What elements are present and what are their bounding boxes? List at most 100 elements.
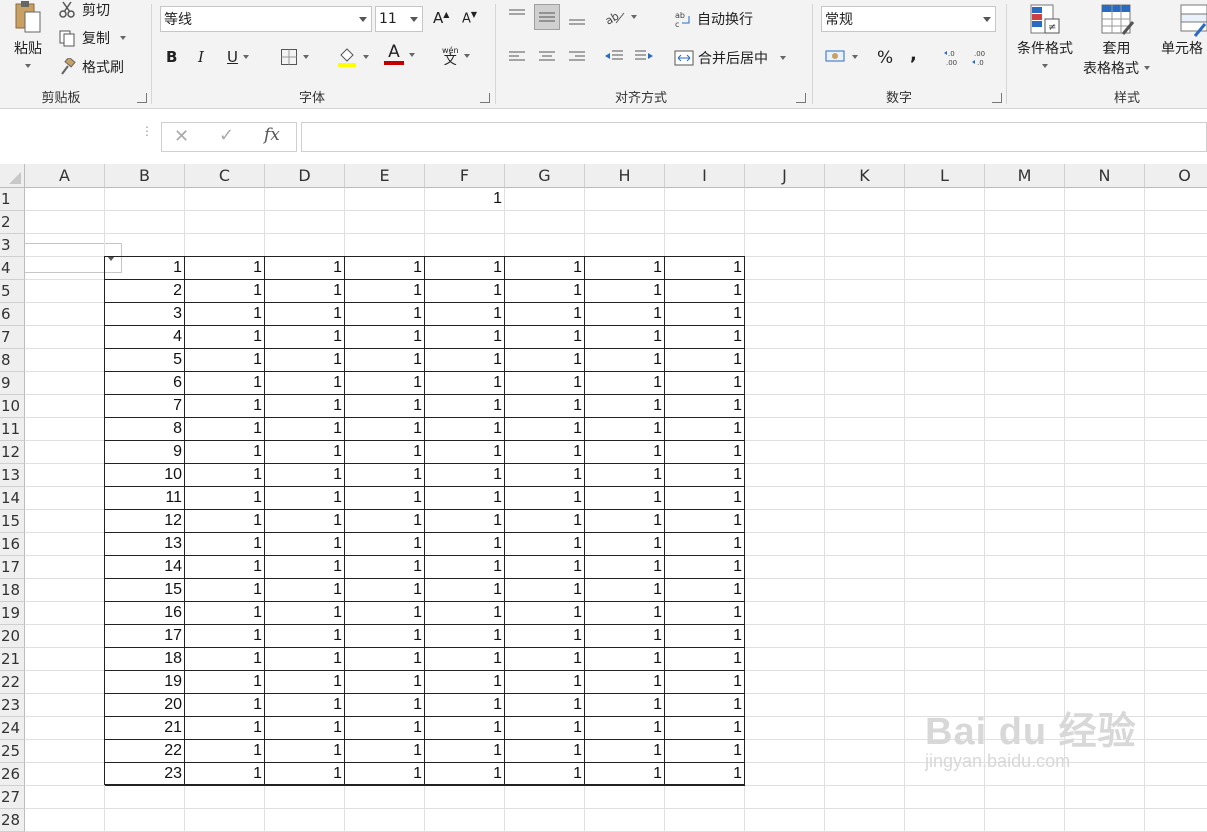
- cell-D3[interactable]: [265, 234, 345, 257]
- cell-C19[interactable]: 1: [185, 602, 265, 625]
- column-header-L[interactable]: L: [905, 164, 985, 188]
- cell-O6[interactable]: [1145, 303, 1207, 326]
- cell-E5[interactable]: 1: [345, 280, 425, 303]
- cell-K2[interactable]: [825, 211, 905, 234]
- cell-I21[interactable]: 1: [665, 648, 745, 671]
- cell-N1[interactable]: [1065, 188, 1145, 211]
- cell-K12[interactable]: [825, 441, 905, 464]
- cell-I14[interactable]: 1: [665, 487, 745, 510]
- cell-L15[interactable]: [905, 510, 985, 533]
- cell-I3[interactable]: [665, 234, 745, 257]
- cell-E14[interactable]: 1: [345, 487, 425, 510]
- cell-M7[interactable]: [985, 326, 1065, 349]
- orientation-button[interactable]: ab: [604, 8, 637, 26]
- cell-I17[interactable]: 1: [665, 556, 745, 579]
- cell-L6[interactable]: [905, 303, 985, 326]
- cell-N28[interactable]: [1065, 809, 1145, 832]
- cell-B11[interactable]: 8: [105, 418, 185, 441]
- cell-D17[interactable]: 1: [265, 556, 345, 579]
- comma-style-button[interactable]: ,: [910, 44, 917, 65]
- cell-K18[interactable]: [825, 579, 905, 602]
- align-right-button[interactable]: [568, 50, 586, 64]
- cell-H16[interactable]: 1: [585, 533, 665, 556]
- cell-I11[interactable]: 1: [665, 418, 745, 441]
- cell-D2[interactable]: [265, 211, 345, 234]
- cell-O22[interactable]: [1145, 671, 1207, 694]
- cell-B28[interactable]: [105, 809, 185, 832]
- cell-J14[interactable]: [745, 487, 825, 510]
- cell-H8[interactable]: 1: [585, 349, 665, 372]
- cell-A27[interactable]: [25, 786, 105, 809]
- cell-G12[interactable]: 1: [505, 441, 585, 464]
- cell-C11[interactable]: 1: [185, 418, 265, 441]
- column-header-K[interactable]: K: [825, 164, 905, 188]
- cell-I9[interactable]: 1: [665, 372, 745, 395]
- cell-L7[interactable]: [905, 326, 985, 349]
- cell-B5[interactable]: 2: [105, 280, 185, 303]
- cell-C9[interactable]: 1: [185, 372, 265, 395]
- cell-H28[interactable]: [585, 809, 665, 832]
- cell-B27[interactable]: [105, 786, 185, 809]
- merge-center-button[interactable]: 合并后居中: [674, 48, 786, 68]
- row-header-14[interactable]: 14: [0, 487, 25, 510]
- cell-C4[interactable]: 1: [185, 257, 265, 280]
- cell-L5[interactable]: [905, 280, 985, 303]
- cell-I23[interactable]: 1: [665, 694, 745, 717]
- cell-J3[interactable]: [745, 234, 825, 257]
- cell-M1[interactable]: [985, 188, 1065, 211]
- cell-J16[interactable]: [745, 533, 825, 556]
- cell-I28[interactable]: [665, 809, 745, 832]
- cell-E10[interactable]: 1: [345, 395, 425, 418]
- cell-N18[interactable]: [1065, 579, 1145, 602]
- row-header-3[interactable]: 3: [0, 234, 25, 257]
- percent-style-button[interactable]: %: [877, 48, 893, 68]
- cell-G13[interactable]: 1: [505, 464, 585, 487]
- cell-E6[interactable]: 1: [345, 303, 425, 326]
- cell-J27[interactable]: [745, 786, 825, 809]
- number-dialog-launcher-icon[interactable]: [992, 93, 1002, 103]
- cell-O2[interactable]: [1145, 211, 1207, 234]
- cell-B3[interactable]: [105, 234, 185, 257]
- cell-B19[interactable]: 16: [105, 602, 185, 625]
- cell-N10[interactable]: [1065, 395, 1145, 418]
- column-header-E[interactable]: E: [345, 164, 425, 188]
- cell-F10[interactable]: 1: [425, 395, 505, 418]
- column-header-J[interactable]: J: [745, 164, 825, 188]
- cell-J19[interactable]: [745, 602, 825, 625]
- cell-F25[interactable]: 1: [425, 740, 505, 763]
- cell-O14[interactable]: [1145, 487, 1207, 510]
- cell-I2[interactable]: [665, 211, 745, 234]
- cell-L11[interactable]: [905, 418, 985, 441]
- cell-I5[interactable]: 1: [665, 280, 745, 303]
- cell-D4[interactable]: 1: [265, 257, 345, 280]
- cell-B14[interactable]: 11: [105, 487, 185, 510]
- cell-K24[interactable]: [825, 717, 905, 740]
- row-header-22[interactable]: 22: [0, 671, 25, 694]
- row-header-12[interactable]: 12: [0, 441, 25, 464]
- cell-H3[interactable]: [585, 234, 665, 257]
- cell-D13[interactable]: 1: [265, 464, 345, 487]
- cell-E27[interactable]: [345, 786, 425, 809]
- cell-B2[interactable]: [105, 211, 185, 234]
- cell-K5[interactable]: [825, 280, 905, 303]
- cell-D28[interactable]: [265, 809, 345, 832]
- cell-G5[interactable]: 1: [505, 280, 585, 303]
- cell-O28[interactable]: [1145, 809, 1207, 832]
- cell-A16[interactable]: [25, 533, 105, 556]
- row-header-27[interactable]: 27: [0, 786, 25, 809]
- cell-F15[interactable]: 1: [425, 510, 505, 533]
- cell-H14[interactable]: 1: [585, 487, 665, 510]
- cell-G14[interactable]: 1: [505, 487, 585, 510]
- cell-A24[interactable]: [25, 717, 105, 740]
- cell-B25[interactable]: 22: [105, 740, 185, 763]
- cell-J6[interactable]: [745, 303, 825, 326]
- row-header-6[interactable]: 6: [0, 303, 25, 326]
- cell-I4[interactable]: 1: [665, 257, 745, 280]
- cell-D5[interactable]: 1: [265, 280, 345, 303]
- copy-dropdown-icon[interactable]: [120, 36, 126, 40]
- cell-N17[interactable]: [1065, 556, 1145, 579]
- cell-K27[interactable]: [825, 786, 905, 809]
- font-size-select[interactable]: 11: [375, 6, 423, 32]
- cell-E28[interactable]: [345, 809, 425, 832]
- cell-H19[interactable]: 1: [585, 602, 665, 625]
